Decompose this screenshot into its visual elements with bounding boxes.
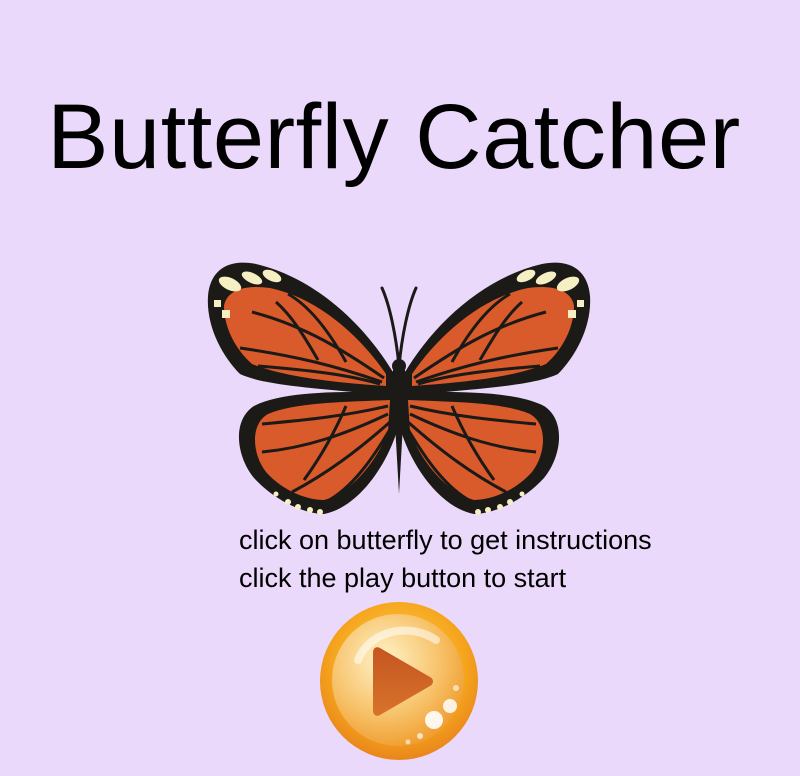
instructions-line-1: click on butterfly to get instructions (239, 525, 652, 555)
game-title: Butterfly Catcher (47, 86, 741, 188)
instructions-line-2: click the play button to start (239, 563, 567, 593)
instructions: click on butterfly to get instructions c… (239, 521, 652, 597)
play-button[interactable] (318, 600, 480, 762)
butterfly-icon[interactable] (196, 256, 602, 520)
